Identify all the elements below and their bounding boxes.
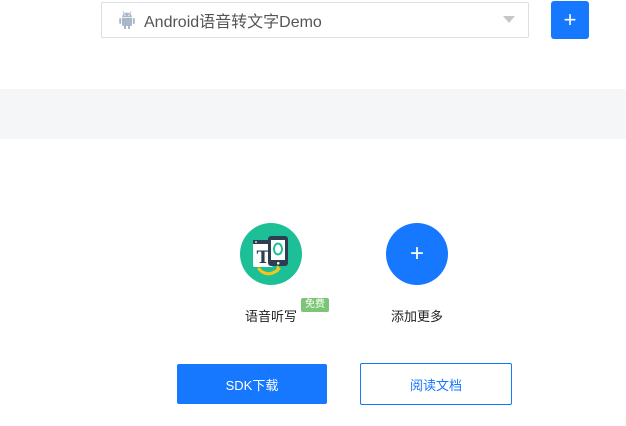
service-label-add-more: 添加更多 [390,309,443,324]
plus-icon[interactable]: + [386,223,448,285]
service-card-speech-dictation[interactable]: T 语音听写 免费 [211,223,331,326]
free-badge: 免费 [300,298,329,312]
svg-text:T: T [257,248,270,268]
chevron-down-icon[interactable] [503,16,515,23]
service-card-add-more[interactable]: + 添加更多 [357,223,477,326]
section-divider-band [0,89,626,139]
app-select-value: Android语音转文字Demo [144,14,322,31]
app-select[interactable]: Android语音转文字Demo [101,2,529,38]
read-docs-button[interactable]: 阅读文档 [360,363,512,405]
sdk-download-button[interactable]: SDK下载 [177,364,327,404]
add-app-button[interactable]: + [551,1,589,39]
android-icon [119,11,135,29]
service-label-speech-dictation: 语音听写 免费 [245,298,329,325]
speech-dictation-icon[interactable]: T [240,223,302,285]
